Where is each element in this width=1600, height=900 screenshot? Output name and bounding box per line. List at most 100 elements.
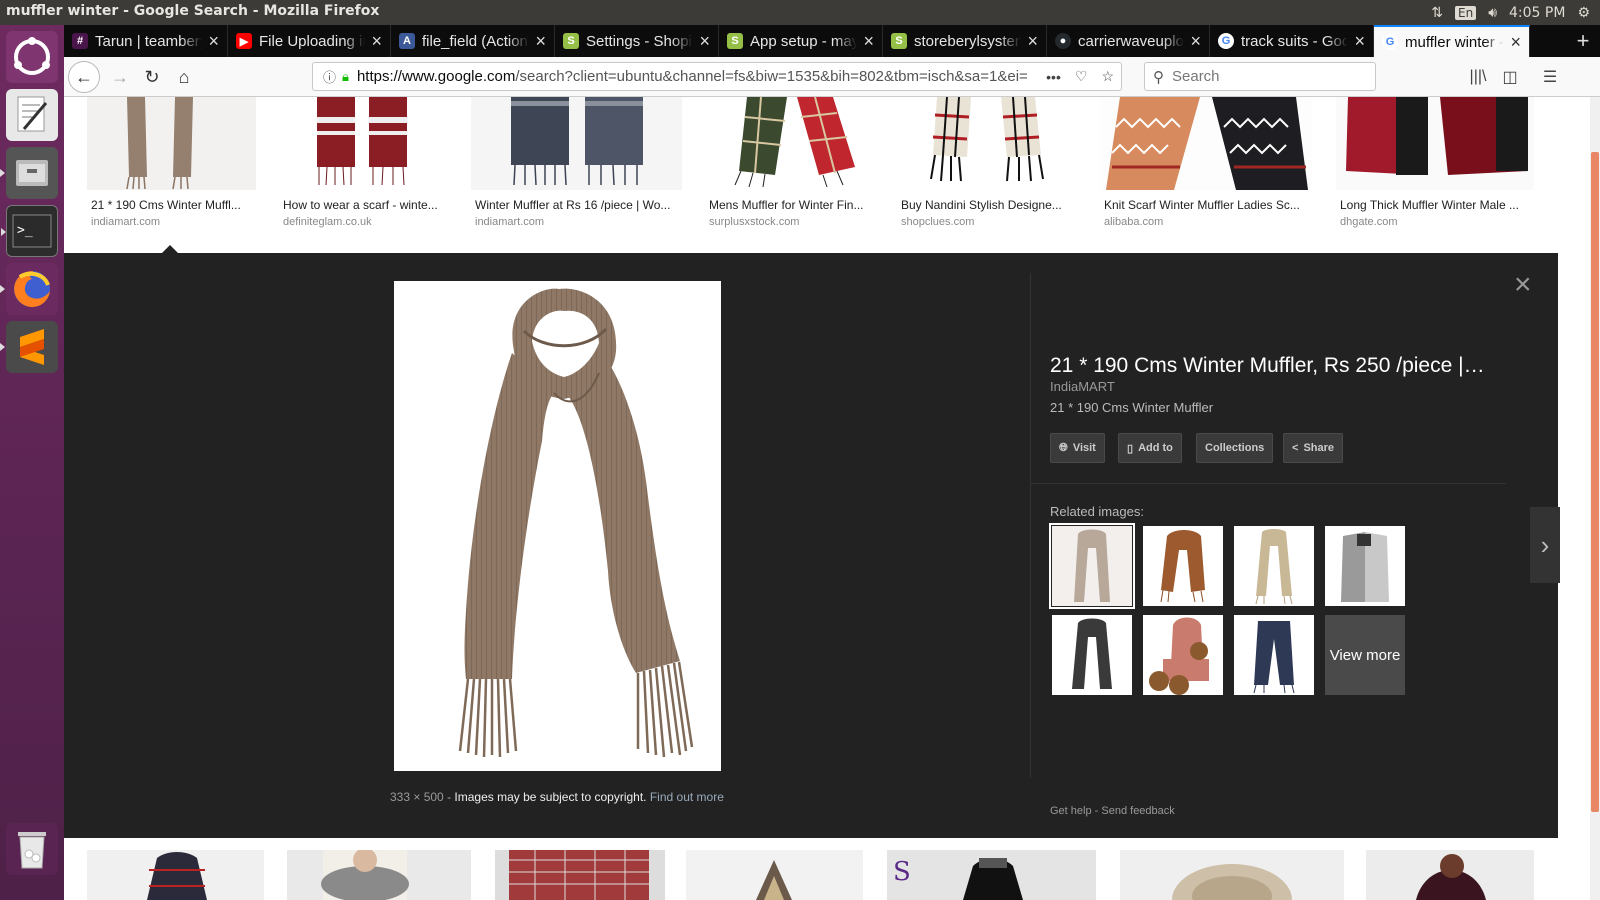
- result-thumbnail[interactable]: Buy Nandini Stylish Designe... shopclues…: [897, 97, 1075, 228]
- visit-button[interactable]: 🌐︎ Visit: [1050, 433, 1105, 463]
- close-tab-icon[interactable]: ×: [1510, 32, 1521, 53]
- search-bar[interactable]: ⚲ Search: [1144, 62, 1376, 91]
- result-caption[interactable]: Winter Muffler at Rs 16 /piece | Wo...: [475, 198, 686, 212]
- related-image[interactable]: [1143, 615, 1223, 695]
- settings-gear-icon[interactable]: ⚙: [1577, 5, 1590, 21]
- result-image[interactable]: [87, 97, 256, 190]
- related-images-label: Related images:: [1050, 504, 1144, 519]
- site-info-icon[interactable]: ⓘ: [323, 67, 336, 86]
- related-image[interactable]: [1052, 615, 1132, 695]
- scrollbar-thumb[interactable]: [1591, 152, 1599, 812]
- reload-button[interactable]: ↻: [136, 61, 168, 93]
- next-image-arrow-icon[interactable]: ›: [1530, 507, 1560, 583]
- close-tab-icon[interactable]: ×: [1027, 31, 1038, 52]
- add-to-button[interactable]: ▯ Add to: [1118, 433, 1182, 463]
- bookmark-star-icon[interactable]: ☆: [1094, 68, 1121, 85]
- language-indicator[interactable]: En: [1455, 5, 1477, 20]
- close-tab-icon[interactable]: ×: [1354, 31, 1365, 52]
- url-text[interactable]: https://www.google.com/search?client=ubu…: [357, 68, 1039, 85]
- tab-file-field[interactable]: A file_field (Action ×: [391, 25, 555, 57]
- result-source: shopclues.com: [901, 216, 975, 228]
- url-bar[interactable]: ⓘ 🔒︎ https://www.google.com/search?clien…: [312, 62, 1122, 91]
- tab-label: Settings - Shopify: [586, 32, 694, 50]
- view-more-button[interactable]: View more: [1325, 615, 1405, 695]
- svg-text:>_: >_: [17, 223, 33, 238]
- result-thumbnail[interactable]: [1120, 850, 1344, 900]
- result-image[interactable]: [471, 97, 682, 190]
- sublime-text-icon[interactable]: [0, 321, 58, 373]
- tab-teamberyl[interactable]: # Tarun | teamberyl ×: [64, 25, 228, 57]
- result-image[interactable]: [705, 97, 874, 190]
- get-help-link[interactable]: Get help: [1050, 805, 1092, 817]
- result-thumbnail[interactable]: S: [887, 850, 1096, 900]
- home-button[interactable]: ⌂: [168, 61, 200, 93]
- result-thumbnail[interactable]: [287, 850, 471, 900]
- related-image[interactable]: [1325, 526, 1405, 606]
- close-tab-icon[interactable]: ×: [1190, 31, 1201, 52]
- related-image[interactable]: [1049, 523, 1135, 609]
- collections-button[interactable]: Collections: [1196, 433, 1274, 463]
- forward-button[interactable]: →: [104, 61, 136, 93]
- library-icon[interactable]: |||\: [1462, 61, 1494, 93]
- trash-icon[interactable]: [6, 823, 58, 875]
- page-actions-icon[interactable]: •••: [1039, 69, 1068, 85]
- terminal-icon[interactable]: >_: [1, 205, 58, 257]
- main-preview-image[interactable]: [394, 281, 721, 771]
- result-thumbnail[interactable]: How to wear a scarf - winte... definiteg…: [279, 97, 448, 228]
- result-caption[interactable]: Knit Scarf Winter Muffler Ladies Sc...: [1104, 198, 1316, 212]
- page-content: 21 * 190 Cms Winter Muffl... indiamart.c…: [64, 97, 1600, 900]
- sidebar-icon[interactable]: ◫: [1494, 61, 1526, 93]
- text-editor-icon[interactable]: [6, 89, 58, 141]
- file-manager-icon[interactable]: [0, 147, 58, 199]
- tab-settings-shopify[interactable]: S Settings - Shopify ×: [555, 25, 719, 57]
- tab-storeberylsystem[interactable]: S storeberylsystem ×: [883, 25, 1047, 57]
- page-scrollbar[interactable]: [1590, 97, 1600, 900]
- network-icon[interactable]: ⇅: [1431, 5, 1443, 21]
- result-thumbnail[interactable]: Long Thick Muffler Winter Male ... dhgat…: [1336, 97, 1534, 228]
- result-thumbnail[interactable]: Winter Muffler at Rs 16 /piece | Wo... i…: [471, 97, 682, 228]
- tab-track-suits[interactable]: G track suits - Google ×: [1210, 25, 1374, 57]
- related-image[interactable]: [1234, 526, 1314, 606]
- result-caption[interactable]: Mens Muffler for Winter Fin...: [709, 198, 878, 212]
- image-title[interactable]: 21 * 190 Cms Winter Muffler, Rs 250 /pie…: [1050, 354, 1490, 378]
- result-caption[interactable]: 21 * 190 Cms Winter Muffl...: [91, 198, 260, 212]
- firefox-icon[interactable]: [0, 263, 58, 315]
- result-thumbnail[interactable]: [686, 850, 863, 900]
- result-caption[interactable]: Buy Nandini Stylish Designe...: [901, 198, 1079, 212]
- ubuntu-logo-icon[interactable]: [6, 31, 58, 83]
- volume-icon[interactable]: 🔊︎: [1488, 5, 1497, 21]
- tab-carrierwave[interactable]: ● carrierwaveuploader ×: [1047, 25, 1210, 57]
- close-tab-icon[interactable]: ×: [535, 31, 546, 52]
- result-image[interactable]: [1100, 97, 1312, 190]
- related-image[interactable]: [1143, 526, 1223, 606]
- result-thumbnail[interactable]: [87, 850, 264, 900]
- back-button[interactable]: ←: [68, 61, 100, 93]
- result-image[interactable]: [1336, 97, 1534, 190]
- share-button[interactable]: < Share: [1283, 433, 1344, 463]
- result-thumbnail[interactable]: Knit Scarf Winter Muffler Ladies Sc... a…: [1100, 97, 1312, 228]
- close-tab-icon[interactable]: ×: [371, 31, 382, 52]
- close-tab-icon[interactable]: ×: [863, 31, 874, 52]
- close-tab-icon[interactable]: ×: [699, 31, 710, 52]
- related-image[interactable]: [1234, 615, 1314, 695]
- result-thumbnail[interactable]: [1366, 850, 1534, 900]
- menu-icon[interactable]: ☰: [1534, 61, 1566, 93]
- result-thumbnail[interactable]: [495, 850, 665, 900]
- find-out-more-link[interactable]: Find out more: [650, 790, 724, 804]
- close-panel-icon[interactable]: ×: [1514, 270, 1538, 300]
- result-caption[interactable]: How to wear a scarf - winte...: [283, 198, 452, 212]
- tab-muffler-winter[interactable]: G muffler winter - Google ×: [1374, 25, 1530, 57]
- result-caption[interactable]: Long Thick Muffler Winter Male ...: [1340, 198, 1538, 212]
- new-tab-button[interactable]: +: [1566, 25, 1600, 57]
- pocket-icon[interactable]: ♡: [1068, 68, 1095, 85]
- close-tab-icon[interactable]: ×: [208, 31, 219, 52]
- tab-file-uploading[interactable]: ▶ File Uploading in ×: [228, 25, 391, 57]
- result-thumbnail[interactable]: Mens Muffler for Winter Fin... surplusxs…: [705, 97, 874, 228]
- result-thumbnail[interactable]: 21 * 190 Cms Winter Muffl... indiamart.c…: [87, 97, 256, 228]
- image-site-name[interactable]: IndiaMART: [1050, 379, 1115, 394]
- clock[interactable]: 4:05 PM: [1509, 5, 1565, 21]
- tab-app-setup[interactable]: S App setup - mayor ×: [719, 25, 883, 57]
- result-image[interactable]: [897, 97, 1075, 190]
- send-feedback-link[interactable]: Send feedback: [1101, 805, 1174, 817]
- result-image[interactable]: [279, 97, 448, 190]
